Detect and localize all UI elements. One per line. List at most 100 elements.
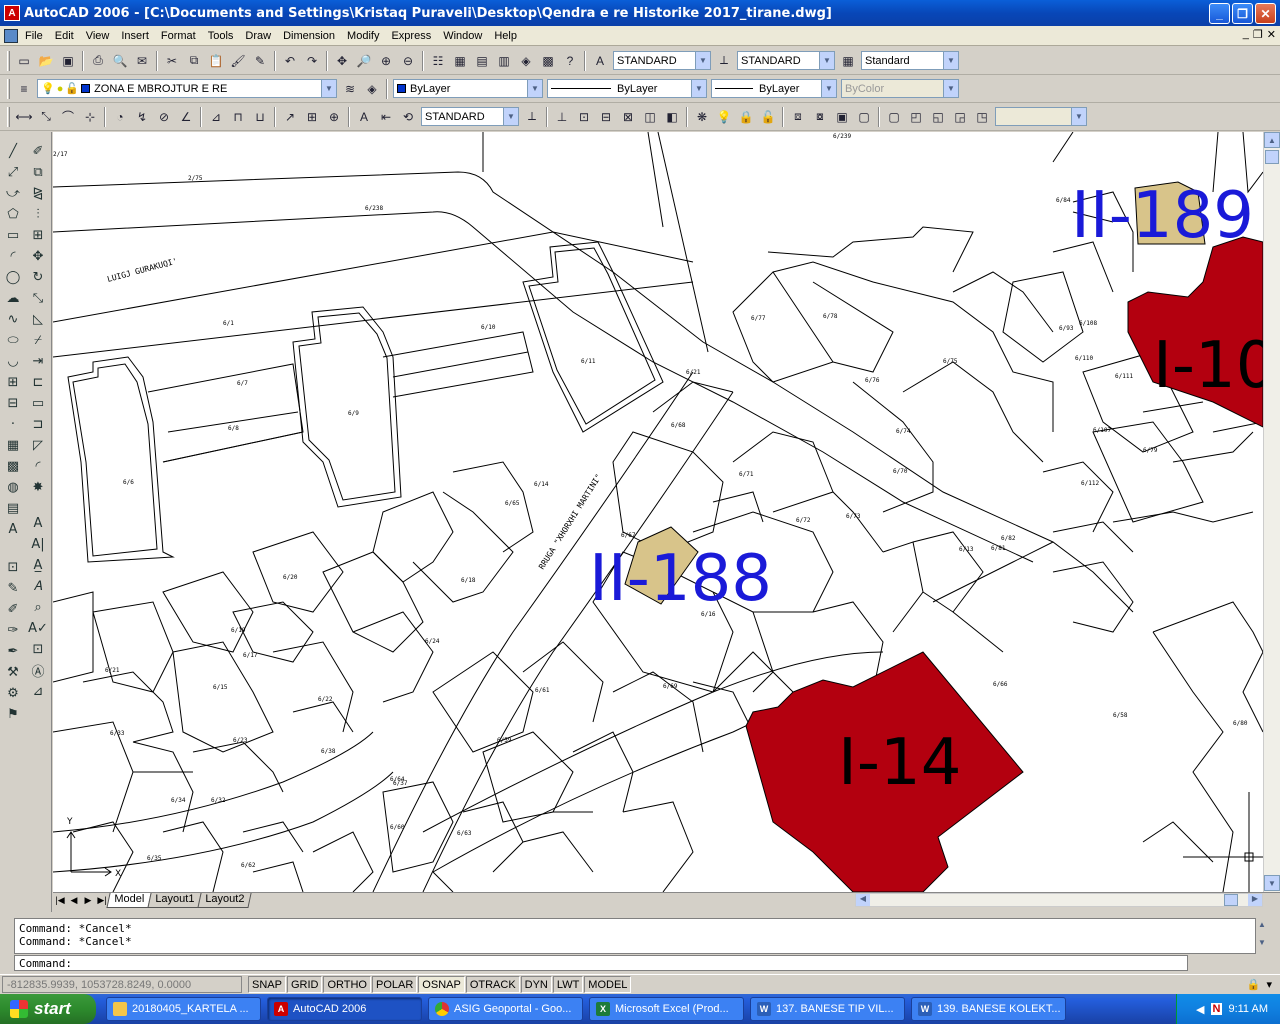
baseline-dim-icon[interactable]: ⊓ <box>229 108 247 126</box>
line-icon[interactable]: ╱ <box>3 141 23 161</box>
ucs-object-icon[interactable]: ◫ <box>641 108 659 126</box>
menu-help[interactable]: Help <box>489 30 524 42</box>
document-icon[interactable] <box>4 28 18 43</box>
zoom-realtime-icon[interactable]: 🔎 <box>355 52 373 70</box>
table-style-select[interactable]: Standard ▼ <box>861 51 959 70</box>
menu-format[interactable]: Format <box>156 30 203 42</box>
tab-layout1[interactable]: Layout1 <box>147 893 202 908</box>
block-editor-icon[interactable]: ✎ <box>251 52 269 70</box>
erase-icon[interactable]: ✐ <box>28 141 48 161</box>
scale-text-icon[interactable]: ⊡ <box>28 639 48 659</box>
express-tool-3-icon[interactable]: ✑ <box>3 620 23 640</box>
publish-icon[interactable]: ✉ <box>133 52 151 70</box>
join-icon[interactable]: ⊐ <box>28 414 48 434</box>
color-select[interactable]: ByLayer ▼ <box>393 79 543 98</box>
express-tool-5-icon[interactable]: ⚒ <box>3 662 23 682</box>
table-icon[interactable]: ▤ <box>3 498 23 518</box>
model-toggle[interactable]: MODEL <box>584 976 632 993</box>
calculator-icon[interactable]: ▩ <box>539 52 557 70</box>
layer-isolate-icon[interactable]: 💡 <box>715 108 733 126</box>
menu-insert[interactable]: Insert <box>116 30 156 42</box>
spline-icon[interactable]: ∿ <box>3 309 23 329</box>
center-mark-icon[interactable]: ⊕ <box>325 108 343 126</box>
express-tool-7-icon[interactable]: ⚑ <box>3 704 23 724</box>
plot-preview-icon[interactable]: 🔍 <box>111 52 129 70</box>
zoom-previous-icon[interactable]: ⊖ <box>399 52 417 70</box>
tab-model[interactable]: Model <box>106 893 152 908</box>
hscroll-thumb[interactable] <box>1224 894 1238 906</box>
circle-icon[interactable]: ◯ <box>3 267 23 287</box>
ortho-toggle[interactable]: ORTHO <box>323 976 371 993</box>
fillet-icon[interactable]: ◜ <box>28 456 48 476</box>
radius-dim-icon[interactable]: ◔ <box>111 108 129 126</box>
text-style-icon[interactable]: A <box>591 52 609 70</box>
revision-cloud-icon[interactable]: ☁ <box>3 288 23 308</box>
grid-toggle[interactable]: GRID <box>286 976 323 993</box>
scroll-down-icon[interactable]: ▼ <box>1264 875 1280 891</box>
autocad-icon[interactable]: A <box>4 5 20 21</box>
send-under-icon[interactable]: ▢ <box>855 108 873 126</box>
osnap-toggle[interactable]: OSNAP <box>418 976 465 993</box>
text-icon[interactable]: A <box>28 513 48 533</box>
redo-icon[interactable]: ↷ <box>303 52 321 70</box>
text-edit-icon[interactable]: A̲ <box>28 555 48 575</box>
menu-tools[interactable]: Tools <box>203 30 241 42</box>
cmd-scroll-up-icon[interactable]: ▲ <box>1258 920 1266 929</box>
save-icon[interactable]: ▣ <box>59 52 77 70</box>
dim-style-icon[interactable]: ⟂ <box>715 52 733 70</box>
plot-icon[interactable]: ⎙ <box>89 52 107 70</box>
doc-close-icon[interactable]: ✕ <box>1267 28 1276 41</box>
dim-style-select[interactable]: STANDARD ▼ <box>737 51 835 70</box>
chevron-down-icon[interactable]: ▼ <box>695 52 710 69</box>
menu-file[interactable]: File <box>20 30 50 42</box>
text-align-icon[interactable]: A| <box>28 534 48 554</box>
break-icon[interactable]: ▭ <box>28 393 48 413</box>
draw-order-front-icon[interactable]: ⧈ <box>789 108 807 126</box>
chevron-down-icon[interactable]: ▼ <box>821 80 836 97</box>
horizontal-scrollbar[interactable]: ◀ ▶ <box>855 893 1263 907</box>
leader-icon[interactable]: ↗ <box>281 108 299 126</box>
snap-toggle[interactable]: SNAP <box>248 976 286 993</box>
close-button[interactable]: ✕ <box>1255 3 1276 24</box>
cmd-scroll-down-icon[interactable]: ▼ <box>1258 938 1266 947</box>
diameter-dim-icon[interactable]: ⊘ <box>155 108 173 126</box>
ucs-previous-icon[interactable]: ⊟ <box>597 108 615 126</box>
table-style-icon[interactable]: ▦ <box>839 52 857 70</box>
offset-icon[interactable]: ⫶ <box>28 204 48 224</box>
viewport-single-icon[interactable]: ▢ <box>885 108 903 126</box>
linetype-select[interactable]: ByLayer ▼ <box>547 79 707 98</box>
express-tool-4-icon[interactable]: ✒ <box>3 641 23 661</box>
properties-icon[interactable]: ☷ <box>429 52 447 70</box>
markup-icon[interactable]: ◈ <box>517 52 535 70</box>
tab-next-icon[interactable]: ▶ <box>81 894 95 908</box>
jogged-dim-icon[interactable]: ↯ <box>133 108 151 126</box>
stretch-icon[interactable]: ◺ <box>28 309 48 329</box>
array-icon[interactable]: ⊞ <box>28 225 48 245</box>
copy-object-icon[interactable]: ⧉ <box>28 162 48 182</box>
region-icon[interactable]: ◍ <box>3 477 23 497</box>
task-autocad[interactable]: A AutoCAD 2006 <box>267 997 422 1021</box>
task-word-139[interactable]: W 139. BANESE KOLEKT... <box>911 997 1066 1021</box>
construction-line-icon[interactable]: ⤢ <box>3 162 23 182</box>
linear-dim-icon[interactable]: ⟷ <box>15 108 33 126</box>
make-current-layer-icon[interactable]: ≋ <box>341 80 359 98</box>
chevron-down-icon[interactable]: ▼ <box>527 80 542 97</box>
justify-text-icon[interactable]: Ⓐ <box>28 660 48 680</box>
menu-draw[interactable]: Draw <box>240 30 278 42</box>
cut-icon[interactable]: ✂ <box>163 52 181 70</box>
move-icon[interactable]: ✥ <box>28 246 48 266</box>
make-block-icon[interactable]: ⊟ <box>3 393 23 413</box>
text-style-select[interactable]: STANDARD ▼ <box>613 51 711 70</box>
design-center-icon[interactable]: ▦ <box>451 52 469 70</box>
draw-order-back-icon[interactable]: ⧇ <box>811 108 829 126</box>
layer-unlock-tool-icon[interactable]: 🔓 <box>759 108 777 126</box>
quick-dim-icon[interactable]: ⊿ <box>207 108 225 126</box>
rectangle-icon[interactable]: ▭ <box>3 225 23 245</box>
status-menu-icon[interactable]: ▾ <box>1266 978 1272 991</box>
chevron-down-icon[interactable]: ▼ <box>321 80 336 97</box>
otrack-toggle[interactable]: OTRACK <box>465 976 520 993</box>
viewport-object-icon[interactable]: ◱ <box>929 108 947 126</box>
scroll-left-icon[interactable]: ◀ <box>856 894 870 906</box>
express-tool-1-icon[interactable]: ✎ <box>3 578 23 598</box>
vertical-scrollbar[interactable]: ▲ ▼ <box>1263 132 1280 892</box>
